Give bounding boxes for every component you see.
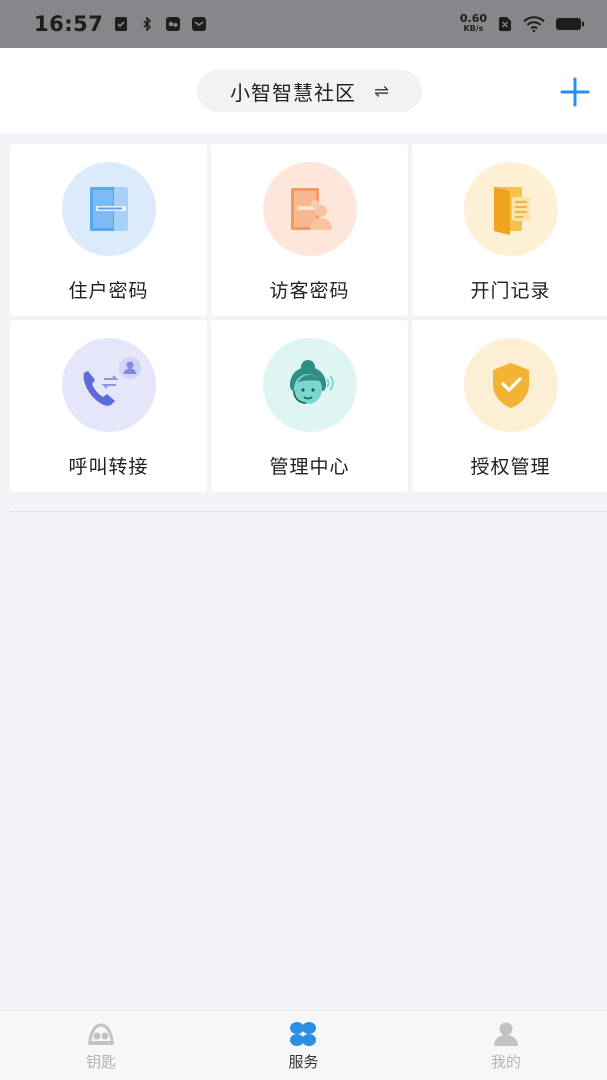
tile-icon-bg [463,338,558,432]
header: 小智智慧社区 ⇌ [0,48,607,134]
network-speed-value: 0.60 [459,12,487,25]
profile-icon [493,1022,518,1046]
divider [10,511,607,512]
status-left: 16:57 [34,12,207,36]
service-tile-open-door-log[interactable]: 开门记录 [412,144,607,316]
network-speed-unit: KB/s [463,24,484,33]
tile-icon-bg [61,338,156,432]
tab-label: 钥匙 [86,1053,117,1071]
status-bar: 16:57 0.60 KB/s [0,0,607,48]
tab-keys[interactable]: 钥匙 [0,1011,202,1080]
tab-label: 我的 [490,1053,521,1071]
message-notification-icon [191,16,207,32]
community-switcher[interactable]: 小智智慧社区 ⇌ [197,70,422,112]
no-sim-icon [497,16,513,32]
service-agent-icon [289,360,334,404]
service-label: 住户密码 [68,280,149,302]
service-grid: 住户密码 访客密码 开门记录 呼叫转接 管理中心 授权管理 [10,144,607,492]
app-notification-icon [165,16,181,32]
community-name: 小智智慧社区 [229,80,356,105]
tile-icon-bg [262,338,357,432]
service-tile-management-center[interactable]: 管理中心 [211,320,408,492]
door-icon [89,187,128,231]
service-label: 管理中心 [269,456,350,478]
swap-icon: ⇌ [373,80,390,102]
service-tile-resident-password[interactable]: 住户密码 [10,144,207,316]
network-speed: 0.60 KB/s [459,12,487,34]
tab-profile[interactable]: 我的 [405,1011,607,1080]
tile-icon-bg [61,162,156,256]
call-transfer-icon [83,357,141,406]
service-tile-authorization[interactable]: 授权管理 [412,320,607,492]
wifi-icon [523,16,545,32]
shield-check-icon [492,363,529,408]
status-time: 16:57 [34,12,104,36]
service-label: 开门记录 [470,280,551,302]
add-button[interactable] [556,73,594,111]
tile-icon-bg [463,162,558,256]
tab-bar: 钥匙 服务 我的 [0,1010,607,1080]
tab-services[interactable]: 服务 [202,1011,404,1080]
key-icon [88,1023,115,1045]
plus-icon [560,77,590,107]
service-tile-visitor-password[interactable]: 访客密码 [211,144,408,316]
bluetooth-icon [139,16,155,32]
battery-icon [555,16,585,32]
service-label: 授权管理 [470,456,551,478]
service-label: 访客密码 [269,280,350,302]
open-door-log-icon [493,187,530,235]
tab-label: 服务 [288,1053,319,1071]
task-check-icon [113,16,129,32]
service-tile-call-transfer[interactable]: 呼叫转接 [10,320,207,492]
tile-icon-bg [262,162,357,256]
service-label: 呼叫转接 [68,456,149,478]
services-grid-icon [290,1022,317,1046]
status-right: 0.60 KB/s [459,12,585,34]
visitor-door-icon [290,188,332,230]
